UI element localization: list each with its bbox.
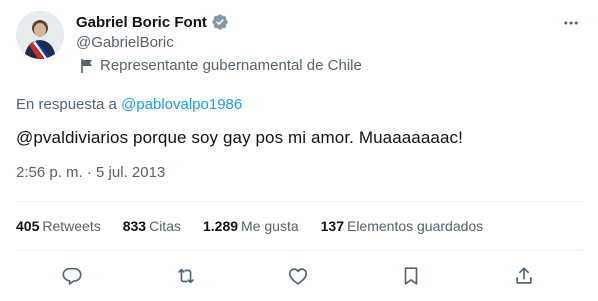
stat-label: Citas (149, 218, 181, 234)
stat-bookmarks[interactable]: 137 Elementos guardados (321, 218, 484, 234)
stat-value: 1.289 (202, 218, 239, 234)
tweet-stats: 405 Retweets 833 Citas 1.289 Me gusta 13… (16, 218, 505, 234)
more-icon[interactable] (560, 12, 582, 34)
tweet-text: @pvaldiviarios porque soy gay pos mi amo… (16, 128, 463, 147)
heart-icon (288, 268, 308, 285)
reply-mention-link[interactable]: @pablovalpo1986 (121, 96, 242, 113)
verified-badge-icon[interactable] (211, 13, 229, 31)
stat-label: Me gusta (241, 218, 299, 234)
stat-likes[interactable]: 1.289 Me gusta (203, 218, 299, 234)
stat-value: 405 (16, 218, 40, 234)
retweet-button[interactable] (172, 262, 200, 290)
stat-retweets[interactable]: 405 Retweets (16, 218, 101, 234)
author-handle[interactable]: @GabrielBoric (76, 34, 174, 51)
bookmark-icon (404, 267, 418, 285)
like-button[interactable] (284, 262, 312, 290)
retweet-icon (178, 268, 194, 284)
tweet-timestamp[interactable]: 2:56 p. m. · 5 jul. 2013 (16, 164, 165, 181)
stat-label: Retweets (42, 218, 101, 234)
affiliation-text: Representante gubernamental de Chile (100, 57, 362, 74)
reply-prefix: En respuesta a (16, 96, 117, 113)
flag-icon (80, 58, 94, 74)
stat-value: 137 (320, 218, 344, 234)
author-name-row: Gabriel Boric Font (76, 13, 229, 31)
reply-button[interactable] (58, 262, 86, 290)
divider (16, 201, 582, 202)
stat-quotes[interactable]: 833 Citas (123, 218, 181, 234)
divider (16, 250, 582, 251)
stat-label: Elementos guardados (346, 218, 484, 234)
share-icon (516, 267, 532, 284)
reply-context: En respuesta a @pablovalpo1986 (16, 96, 242, 113)
tweet-actions (16, 262, 582, 290)
author-name[interactable]: Gabriel Boric Font (76, 14, 207, 31)
avatar-image (16, 11, 64, 59)
share-button[interactable] (510, 262, 538, 290)
bookmark-button[interactable] (397, 262, 425, 290)
stat-value: 833 (122, 218, 147, 234)
affiliation-label: Representante gubernamental de Chile (80, 57, 362, 74)
avatar[interactable] (16, 11, 64, 59)
reply-icon (62, 267, 82, 285)
